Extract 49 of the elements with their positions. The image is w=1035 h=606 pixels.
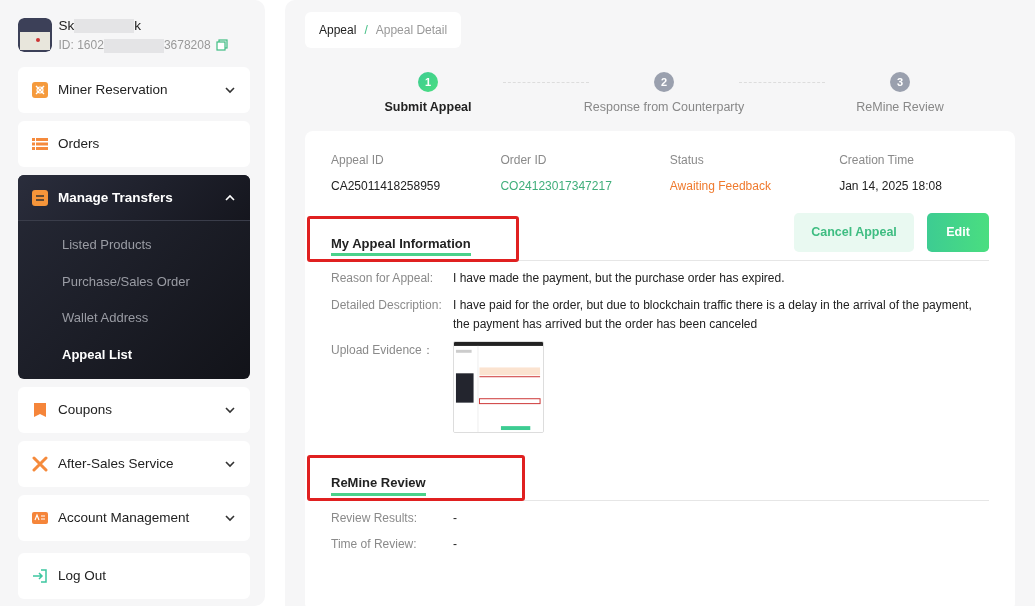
step-label: Submit Appeal — [384, 99, 472, 116]
menu-item[interactable]: Coupons — [18, 387, 250, 434]
breadcrumb-link[interactable]: Appeal — [319, 21, 357, 39]
field-value: - — [453, 536, 457, 554]
transfer-icon — [32, 189, 48, 206]
field-label: Detailed Description: — [331, 296, 443, 314]
field-label: Order ID — [500, 151, 548, 169]
menu-item[interactable]: Account Management — [18, 495, 250, 542]
submenu-item[interactable]: Appeal List — [18, 336, 133, 374]
step-number: 1 — [418, 72, 438, 92]
evidence-thumbnail[interactable] — [453, 341, 544, 434]
field-value: - — [453, 509, 457, 527]
avatar — [18, 18, 52, 53]
field-label: Time of Review: — [331, 536, 418, 554]
tools-icon — [32, 456, 48, 473]
user-name: Sk k — [58, 17, 142, 36]
menu-item[interactable]: Orders — [18, 121, 250, 168]
submenu-item[interactable]: Purchase/Sales Order — [18, 263, 190, 301]
section-title: My Appeal Information — [331, 235, 471, 257]
field-label: Status — [669, 151, 705, 169]
field-label: Appeal ID — [331, 151, 385, 169]
submenu-item[interactable]: Wallet Address — [18, 300, 149, 337]
field-value: CA25011418258959 — [331, 177, 442, 195]
breadcrumb-current: Appeal Detail — [375, 22, 448, 39]
field-value: Jan 14, 2025 18:08 — [839, 177, 943, 195]
list-icon — [32, 136, 48, 153]
menu-item[interactable]: After-Sales Service — [18, 441, 250, 488]
field-label: Upload Evidence： — [331, 342, 435, 360]
logout-icon — [32, 568, 48, 585]
step-label: Response from Counterparty — [583, 99, 745, 116]
step-label: ReMine Review — [856, 99, 944, 116]
id-card-icon — [32, 510, 48, 527]
breadcrumb-separator: / — [364, 22, 368, 39]
field-label: Reason for Appeal: — [331, 270, 435, 288]
field-value: I have made the payment, but the purchase order has expired. — [453, 270, 785, 288]
submenu-item[interactable]: Listed Products — [18, 227, 152, 264]
user-id: ID: 1602 3678208 — [58, 37, 211, 55]
bookmark-icon — [32, 402, 48, 419]
step-number: 3 — [890, 72, 910, 92]
menu-item[interactable]: Manage Transfers — [18, 175, 250, 222]
field-value: Awaiting Feedback — [669, 177, 772, 195]
menu-item[interactable]: Miner Reservation — [18, 67, 250, 114]
field-label: Creation Time — [839, 151, 915, 169]
field-value: I have paid for the order, but due to blockchain traffic there is a delay in the arrival of the payment, the payment has arrived but the order has been canceled — [453, 296, 973, 333]
field-label: Review Results: — [331, 509, 419, 527]
section-title: ReMine Review — [331, 475, 426, 496]
logout-button[interactable]: Log Out — [18, 553, 250, 600]
grid-icon — [32, 82, 48, 99]
step-number: 2 — [654, 72, 674, 92]
